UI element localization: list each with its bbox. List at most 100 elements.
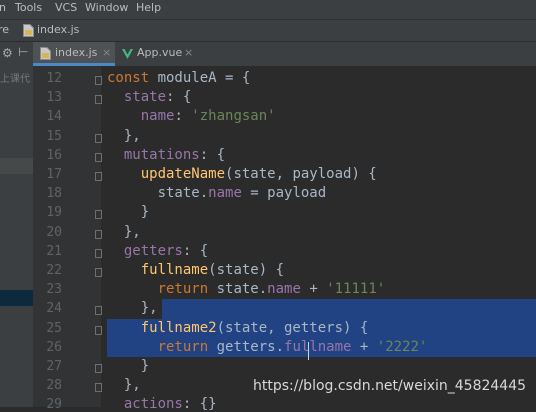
tab-index-js[interactable]: index.js × <box>33 42 115 66</box>
code-token: name <box>140 108 175 125</box>
watermark-url: https://blog.csdn.net/weixin_45824445 <box>253 378 527 394</box>
code-token: fullname <box>284 338 352 355</box>
code-line[interactable]: getters: { <box>107 243 208 259</box>
code-line[interactable]: }, <box>107 300 158 316</box>
line-number: 27 <box>46 359 62 374</box>
code-token: }, <box>107 300 158 317</box>
code-fold-marker[interactable] <box>95 210 102 220</box>
line-number: 13 <box>46 90 62 106</box>
code-token: moduleA = { <box>157 70 251 86</box>
code-token: + <box>351 338 377 355</box>
code-token: fullname2 <box>140 319 217 336</box>
project-tree-row-selected[interactable] <box>0 290 33 306</box>
code-fold-marker[interactable] <box>95 268 102 277</box>
project-panel-strip: ⚙ ⊢ 上课代 <box>0 42 34 407</box>
code-line[interactable]: }, <box>107 224 141 240</box>
vue-file-icon <box>122 49 133 59</box>
code-fold-marker[interactable] <box>95 133 102 143</box>
code-fold-marker[interactable] <box>95 229 102 239</box>
line-number: 21 <box>46 243 62 259</box>
menu-item-file[interactable]: n <box>0 1 6 14</box>
menu-bar: n Tools VCS Window Help <box>0 0 536 20</box>
code-fold-marker[interactable] <box>95 364 102 373</box>
code-fold-marker[interactable] <box>95 152 102 162</box>
code-line[interactable]: name: 'zhangsan' <box>107 108 276 124</box>
code-token: updateName <box>140 166 226 182</box>
code-token: return <box>157 281 217 298</box>
code-line[interactable]: return state.name + '11111' <box>107 281 386 298</box>
code-token: name <box>208 185 242 202</box>
code-token: } <box>107 204 150 221</box>
navigation-bar: re index.js <box>0 20 536 42</box>
tab-label: App.vue <box>137 46 183 59</box>
code-line[interactable]: mutations: { <box>107 147 225 163</box>
code-line[interactable]: state: { <box>107 89 191 105</box>
menu-item-vcs[interactable]: VCS <box>55 1 77 14</box>
code-fold-marker[interactable] <box>95 95 102 105</box>
code-line[interactable]: fullname2(state, getters) { <box>107 319 369 336</box>
tab-close-icon[interactable]: × <box>184 46 193 59</box>
editor-tab-bar: index.js × App.vue × <box>33 42 536 67</box>
tab-label: index.js <box>55 46 98 59</box>
code-line[interactable]: const moduleA = { <box>107 70 250 86</box>
code-token: (state, payload) { <box>225 166 377 182</box>
tab-app-vue[interactable]: App.vue × <box>117 42 197 66</box>
code-token: = payload <box>241 185 327 202</box>
code-token: : {} <box>182 396 217 412</box>
code-token: }, <box>107 223 141 240</box>
line-number: 28 <box>46 378 62 394</box>
code-line[interactable]: fullname(state) { <box>107 262 284 278</box>
code-line[interactable]: } <box>107 358 149 374</box>
code-token: fullname <box>140 262 209 278</box>
code-line[interactable]: return getters.fullname + '2222' <box>107 338 428 355</box>
code-line[interactable]: }, <box>107 377 141 393</box>
code-token: state. <box>107 185 209 202</box>
code-token: : { <box>182 242 209 259</box>
code-line[interactable]: updateName(state, payload) { <box>107 166 377 182</box>
code-token: getters. <box>216 338 285 355</box>
line-number: 23 <box>46 282 62 298</box>
panel-settings-icon[interactable]: ⚙ <box>2 46 13 60</box>
breadcrumb-file[interactable]: index.js <box>37 23 79 36</box>
menu-item-tools[interactable]: Tools <box>15 1 42 14</box>
code-fold-marker[interactable] <box>95 248 102 258</box>
line-number: 26 <box>46 339 62 355</box>
code-line[interactable]: state.name = payload <box>107 185 327 202</box>
code-token: : { <box>199 146 226 163</box>
line-number: 18 <box>46 186 62 202</box>
code-fold-marker[interactable] <box>95 325 102 335</box>
line-number: 24 <box>46 301 62 317</box>
code-fold-marker[interactable] <box>95 306 102 316</box>
code-token: 'zhangsan' <box>191 108 276 125</box>
code-token: return <box>157 338 217 355</box>
code-line[interactable]: actions: {} <box>107 396 217 412</box>
code-line[interactable]: } <box>107 204 149 220</box>
selection-highlight <box>162 299 536 320</box>
line-number: 15 <box>46 128 62 144</box>
line-number: 22 <box>46 263 62 278</box>
code-fold-marker[interactable] <box>95 172 102 181</box>
line-number: 12 <box>46 71 62 86</box>
line-number: 29 <box>46 397 62 412</box>
project-tree-row[interactable] <box>0 158 33 174</box>
panel-collapse-icon[interactable]: ⊢ <box>18 45 28 59</box>
code-fold-marker[interactable] <box>95 383 102 393</box>
code-token: : <box>174 108 192 125</box>
menu-item-window[interactable]: Window <box>85 1 128 14</box>
menu-item-help[interactable]: Help <box>136 1 161 14</box>
code-token: (state) { <box>208 262 285 278</box>
line-number: 25 <box>46 320 62 336</box>
code-token: state. <box>216 281 268 298</box>
code-line[interactable]: }, <box>107 128 141 144</box>
code-fold-marker[interactable] <box>95 76 102 85</box>
tab-close-icon[interactable]: × <box>102 46 111 59</box>
breadcrumb-project[interactable]: re <box>0 23 9 36</box>
line-number: 16 <box>46 147 62 163</box>
code-token: '2222' <box>376 338 428 355</box>
line-number: 20 <box>46 224 62 240</box>
code-token: actions <box>123 396 183 412</box>
